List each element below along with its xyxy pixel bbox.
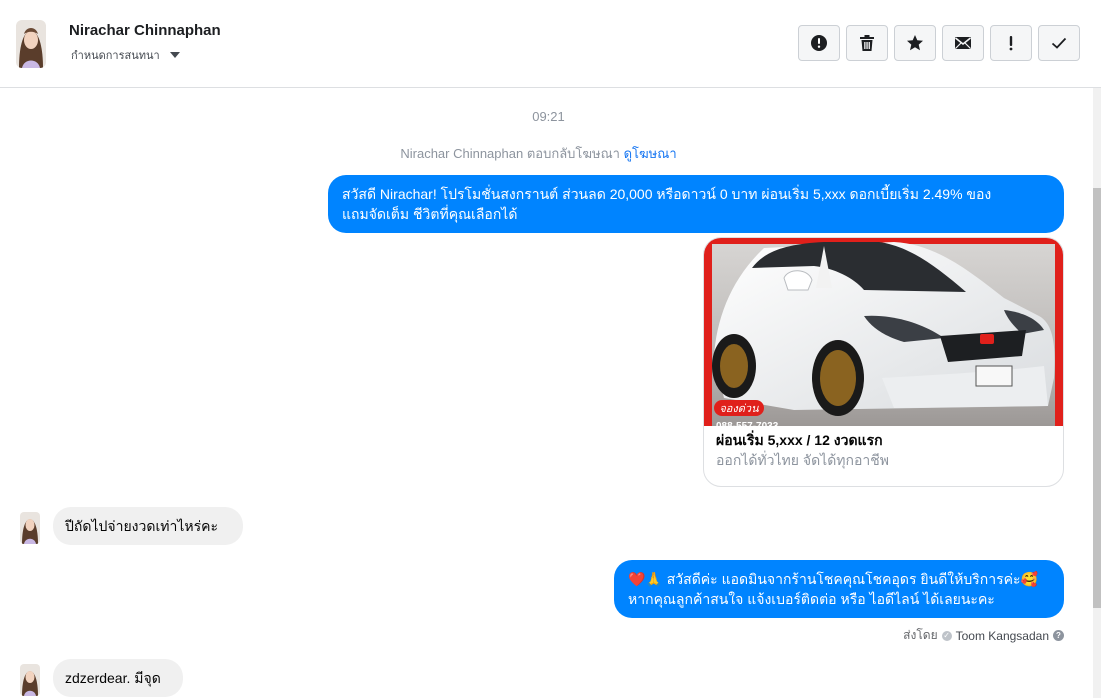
help-icon[interactable]: ? [1053,630,1064,641]
conversation-options-label: กำหนดการสนทนา [71,50,160,62]
contact-name: Nirachar Chinnaphan [69,22,221,39]
ad-image-phone-text: 088-557-7033 [716,421,779,426]
delete-button[interactable] [846,25,888,61]
scrollbar-thumb[interactable] [1093,188,1101,608]
conversation-header: Nirachar Chinnaphan กำหนดการสนทนา [0,0,1101,88]
sent-by-info: ส่งโดย ✓ Toom Kangsadan ? [903,626,1064,645]
message-text-line: แถมจัดเต็ม ชีวิตที่คุณเลือกได้ [342,206,518,222]
outgoing-message[interactable]: สวัสดี Nirachar! โปรโมชั่นสงกรานต์ ส่วนล… [328,175,1064,233]
star-icon [907,35,923,51]
ad-title: ผ่อนเริ่ม 5,xxx / 12 งวดแรก [716,432,883,448]
mark-unread-button[interactable] [942,25,984,61]
incoming-message[interactable]: zdzerdear. มีจุด [53,659,183,697]
trash-icon [860,35,874,51]
message-text: zdzerdear. มีจุด [65,670,161,686]
sender-name: Toom Kangsadan [955,628,1049,643]
view-ad-link[interactable]: ดูโฆษณา [624,146,677,161]
message-text-line: สวัสดี Nirachar! โปรโมชั่นสงกรานต์ ส่วนล… [342,186,992,202]
conversation-options-dropdown[interactable]: กำหนดการสนทนา [71,46,180,64]
message-timestamp: 09:21 [532,109,565,124]
outgoing-message[interactable]: ❤️🙏 สวัสดีค่ะ แอดมินจากร้านโชคคุณโชคอุดร… [614,560,1064,618]
ad-reply-text: Nirachar Chinnaphan ตอบกลับโฆษณา [400,146,620,161]
exclamation-icon [1009,36,1013,51]
incoming-message[interactable]: ปีถัดไปจ่ายงวดเท่าไหร่คะ [53,507,243,545]
message-text-line: หากคุณลูกค้าสนใจ แจ้งเบอร์ติดต่อ หรือ ไอ… [628,591,995,607]
mark-important-button[interactable] [990,25,1032,61]
ad-car-image: จองด่วน 088-557-7033 [704,238,1063,426]
ad-reply-notice: Nirachar Chinnaphan ตอบกลับโฆษณา ดูโฆษณา [0,143,1077,164]
conversation-scrollbar[interactable] [1093,88,1101,698]
sent-by-label: ส่งโดย [903,628,938,642]
contact-avatar-small[interactable] [20,664,40,696]
contact-avatar[interactable] [16,20,46,68]
ad-card[interactable]: จองด่วน 088-557-7033 ผ่อนเริ่ม 5,xxx / 1… [703,237,1064,487]
message-text-line: ❤️🙏 สวัสดีค่ะ แอดมินจากร้านโชคคุณโชคอุดร… [628,571,1038,587]
alert-circle-icon [811,35,827,51]
check-icon [1051,37,1067,49]
message-text: ปีถัดไปจ่ายงวดเท่าไหร่คะ [65,518,218,534]
check-circle-icon: ✓ [941,630,952,641]
star-button[interactable] [894,25,936,61]
messenger-conversation: Nirachar Chinnaphan กำหนดการสนทนา 09:21 … [0,0,1101,698]
envelope-icon [955,37,971,49]
ad-subtitle: ออกได้ทั่วไทย จัดได้ทุกอาชีพ [716,452,890,468]
contact-avatar-small[interactable] [20,512,40,544]
caret-down-icon [169,52,180,58]
mark-spam-button[interactable] [798,25,840,61]
conversation-toolbar [798,25,1080,61]
mark-done-button[interactable] [1038,25,1080,61]
ad-image-badge-text: จองด่วน [719,403,759,415]
